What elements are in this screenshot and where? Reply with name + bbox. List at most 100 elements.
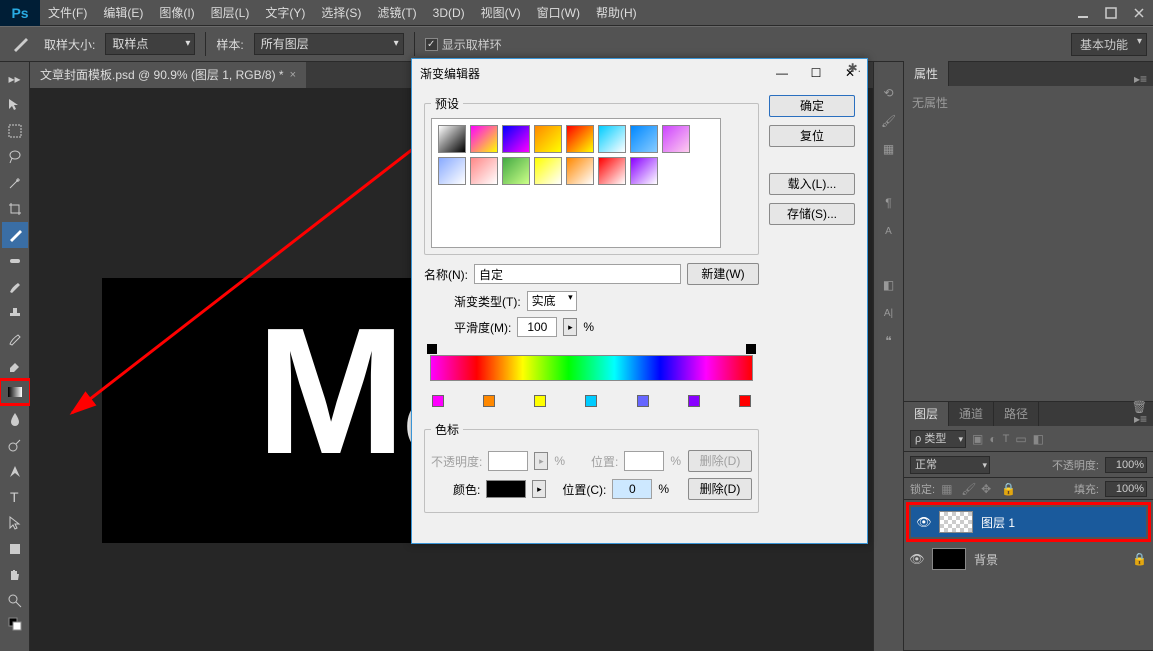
document-tab[interactable]: 文章封面模板.psd @ 90.9% (图层 1, RGB/8) * × — [30, 62, 306, 88]
properties-tab[interactable]: 属性 — [904, 61, 949, 86]
wand-tool[interactable] — [2, 170, 28, 196]
align-panel-icon[interactable]: A| — [878, 302, 900, 324]
dialog-minimize-icon[interactable]: — — [773, 64, 791, 82]
menu-type[interactable]: 文字(Y) — [257, 0, 313, 26]
delete-stop-button-2[interactable]: 删除(D) — [688, 478, 752, 500]
preset-swatch[interactable] — [470, 157, 498, 185]
gradient-type-dropdown[interactable]: 实底▾ — [527, 291, 577, 311]
presets-list[interactable] — [431, 118, 721, 248]
swatch-panel-icon[interactable]: ▦ — [878, 138, 900, 160]
menu-layer[interactable]: 图层(L) — [203, 0, 258, 26]
filter-smart-icon[interactable]: ◧ — [1033, 432, 1044, 446]
blur-tool[interactable] — [2, 406, 28, 432]
zoom-tool[interactable] — [2, 588, 28, 614]
blend-mode-dropdown[interactable]: 正常 — [910, 456, 990, 474]
gradient-bar[interactable] — [430, 355, 753, 381]
name-input[interactable] — [474, 264, 681, 284]
history-panel-icon[interactable]: ⟲ — [878, 82, 900, 104]
stop-color-well[interactable] — [486, 480, 526, 498]
opacity-input[interactable]: 100% — [1105, 457, 1147, 473]
color-stop[interactable] — [688, 395, 700, 407]
maximize-button[interactable] — [1097, 2, 1125, 24]
color-stop[interactable] — [637, 395, 649, 407]
lock-transparent-icon[interactable]: ▦ — [941, 482, 955, 496]
layer-name[interactable]: 图层 1 — [981, 514, 1015, 531]
presets-gear-icon[interactable]: ✱. — [848, 61, 861, 75]
preset-swatch[interactable] — [534, 157, 562, 185]
dialog-maximize-icon[interactable]: ☐ — [807, 64, 825, 82]
character-panel-icon[interactable]: A — [878, 220, 900, 242]
color-stop[interactable] — [534, 395, 546, 407]
panel-menu-icon[interactable]: ▸≡ — [1128, 412, 1153, 426]
show-ring-checkbox[interactable]: 显示取样环 — [425, 36, 502, 53]
gradient-tool[interactable] — [0, 378, 32, 406]
type-tool[interactable]: T — [2, 484, 28, 510]
brush-tool[interactable] — [2, 274, 28, 300]
close-button[interactable] — [1125, 2, 1153, 24]
history-brush-tool[interactable] — [2, 326, 28, 352]
preset-swatch[interactable] — [502, 157, 530, 185]
lock-position-icon[interactable]: ✥ — [981, 482, 995, 496]
lasso-tool[interactable] — [2, 144, 28, 170]
stamp-tool[interactable] — [2, 300, 28, 326]
pen-tool[interactable] — [2, 458, 28, 484]
load-button[interactable]: 载入(L)... — [769, 173, 855, 195]
preset-swatch[interactable] — [566, 157, 594, 185]
menu-file[interactable]: 文件(F) — [40, 0, 95, 26]
layer-row[interactable]: 👁 图层 1 — [911, 507, 1146, 537]
path-select-tool[interactable] — [2, 510, 28, 536]
menu-edit[interactable]: 编辑(E) — [95, 0, 151, 26]
preset-swatch[interactable] — [438, 125, 466, 153]
eraser-tool[interactable] — [2, 352, 28, 378]
eyedropper-tool[interactable] — [2, 222, 28, 248]
color-stop[interactable] — [483, 395, 495, 407]
preset-swatch[interactable] — [534, 125, 562, 153]
color-stop[interactable] — [739, 395, 751, 407]
menu-select[interactable]: 选择(S) — [313, 0, 369, 26]
3d-panel-icon[interactable]: ◧ — [878, 274, 900, 296]
opacity-stop[interactable] — [746, 344, 756, 354]
expand-icon[interactable]: ▸▸ — [2, 66, 28, 92]
sample-dropdown[interactable]: 所有图层 — [254, 33, 404, 55]
stop-position2-input[interactable] — [612, 479, 652, 499]
workspace-switcher[interactable]: 基本功能 — [1071, 33, 1147, 56]
preset-swatch[interactable] — [598, 157, 626, 185]
lock-all-icon[interactable]: 🔒 — [1001, 482, 1015, 496]
fill-input[interactable]: 100% — [1105, 481, 1147, 497]
channels-tab[interactable]: 通道 — [949, 401, 994, 426]
save-button[interactable]: 存储(S)... — [769, 203, 855, 225]
lock-pixels-icon[interactable]: 🖌 — [961, 482, 975, 496]
close-tab-icon[interactable]: × — [290, 62, 296, 88]
hand-tool[interactable] — [2, 562, 28, 588]
color-picker-arrow[interactable]: ▸ — [532, 480, 546, 498]
new-button[interactable]: 新建(W) — [687, 263, 759, 285]
healing-tool[interactable] — [2, 248, 28, 274]
dodge-tool[interactable] — [2, 432, 28, 458]
glyph-panel-icon[interactable]: ❝ — [878, 330, 900, 352]
preset-swatch[interactable] — [438, 157, 466, 185]
minimize-button[interactable] — [1069, 2, 1097, 24]
visibility-icon[interactable]: 👁 — [917, 515, 931, 529]
preset-swatch[interactable] — [630, 157, 658, 185]
visibility-icon[interactable]: 👁 — [910, 552, 924, 566]
filter-type-icon[interactable]: T — [1003, 433, 1010, 445]
color-stop[interactable] — [585, 395, 597, 407]
brush-panel-icon[interactable]: 🖌 — [878, 110, 900, 132]
smoothness-input[interactable] — [517, 317, 557, 337]
preset-swatch[interactable] — [662, 125, 690, 153]
color-swatches[interactable] — [2, 614, 28, 634]
preset-swatch[interactable] — [598, 125, 626, 153]
paragraph-panel-icon[interactable]: ¶ — [878, 192, 900, 214]
ok-button[interactable]: 确定 — [769, 95, 855, 117]
filter-image-icon[interactable]: ▣ — [972, 432, 983, 446]
preset-swatch[interactable] — [470, 125, 498, 153]
reset-button[interactable]: 复位 — [769, 125, 855, 147]
filter-adjust-icon[interactable]: ◐ — [989, 432, 996, 446]
layers-tab[interactable]: 图层 — [904, 401, 949, 426]
preset-swatch[interactable] — [630, 125, 658, 153]
preset-swatch[interactable] — [502, 125, 530, 153]
opacity-stop[interactable] — [427, 344, 437, 354]
filter-shape-icon[interactable]: ▭ — [1015, 432, 1026, 446]
paths-tab[interactable]: 路径 — [994, 401, 1039, 426]
trash-icon[interactable]: 🗑 — [1132, 400, 1147, 414]
